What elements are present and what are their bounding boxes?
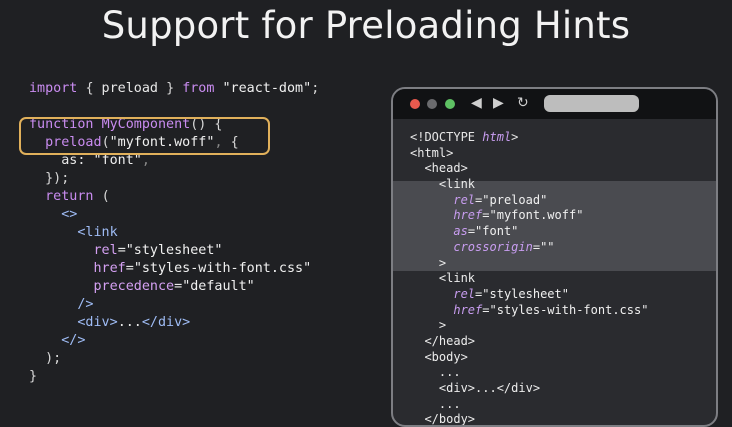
browser-toolbar: ◀ ▶ ↻: [393, 89, 716, 119]
html-line: <!DOCTYPE html>: [410, 130, 519, 144]
html-line: <link: [410, 271, 476, 286]
html-line: rel="preload": [453, 192, 548, 207]
slide-title: Support for Preloading Hints: [101, 4, 631, 47]
forward-arrow-icon[interactable]: ▶: [493, 95, 504, 111]
browser-window: ◀ ▶ ↻ <!DOCTYPE html> <html> <head> <lin…: [391, 87, 718, 427]
code-line: );: [45, 351, 62, 366]
code-line: </>: [61, 333, 86, 348]
code-line: import { preload } from "react-dom";: [29, 81, 320, 96]
html-output-code: <!DOCTYPE html> <html> <head> <link rel=…: [410, 130, 649, 427]
code-line: href="styles-with-font.css": [93, 261, 312, 276]
html-line: as="font": [453, 224, 519, 239]
html-line: ...: [410, 365, 461, 380]
reload-icon[interactable]: ↻: [517, 95, 529, 111]
code-line: rel="stylesheet": [93, 243, 223, 258]
code-line: />: [77, 297, 94, 312]
html-line: <link: [410, 177, 476, 192]
address-bar[interactable]: [544, 95, 639, 112]
preload-highlight-box: [19, 117, 270, 155]
html-line: crossorigin="": [453, 239, 555, 254]
code-line: }: [29, 369, 38, 384]
code-line: <div>...</div>: [77, 315, 191, 330]
html-line: ...: [410, 396, 461, 411]
back-arrow-icon[interactable]: ◀: [471, 95, 482, 111]
code-line: });: [45, 171, 70, 186]
code-line: return (: [45, 189, 110, 204]
html-line: rel="stylesheet": [453, 286, 569, 301]
html-line: </head>: [410, 333, 476, 348]
html-line: >: [410, 318, 447, 333]
minimize-window-dot[interactable]: [427, 99, 437, 109]
code-line: precedence="default": [93, 279, 255, 294]
html-line: </body>: [410, 412, 476, 427]
close-window-dot[interactable]: [410, 99, 420, 109]
html-line: <body>: [410, 349, 468, 364]
code-line: <link: [77, 225, 118, 240]
html-line: <head>: [410, 161, 468, 176]
html-line: <html>: [410, 145, 454, 160]
html-line: >: [410, 255, 447, 270]
code-line: <>: [61, 207, 78, 222]
html-line: href="styles-with-font.css": [453, 302, 649, 317]
html-line: <div>...</div>: [410, 381, 541, 395]
maximize-window-dot[interactable]: [445, 99, 455, 109]
html-line: href="myfont.woff": [453, 208, 584, 223]
